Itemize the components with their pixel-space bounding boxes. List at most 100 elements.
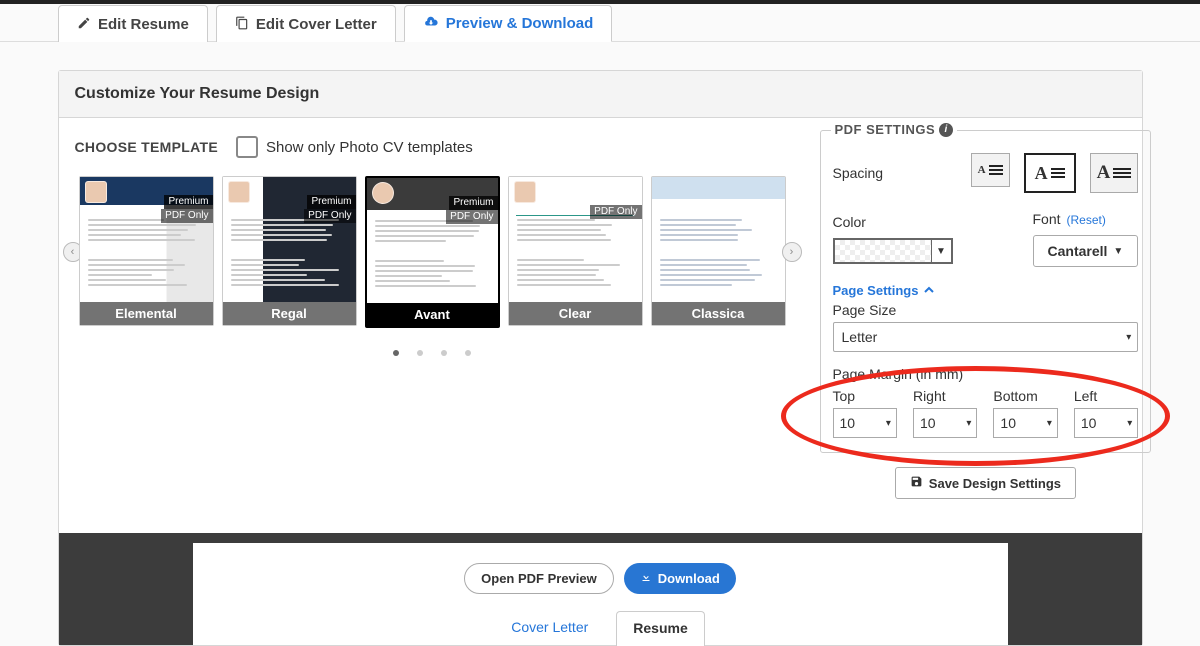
chevron-up-icon	[924, 283, 934, 298]
chevron-down-icon: ▾	[1127, 418, 1132, 429]
pdf-only-badge: PDF Only	[304, 209, 355, 223]
template-thumb-avant[interactable]: PremiumPDF Only Avant	[365, 176, 500, 328]
pencil-icon	[77, 16, 91, 33]
margin-left-select[interactable]: 10 ▾	[1074, 408, 1138, 438]
template-name-label: Avant	[367, 303, 498, 326]
save-button-label: Save Design Settings	[929, 476, 1061, 491]
page-size-value: Letter	[842, 329, 878, 345]
pdf-only-badge: PDF Only	[161, 209, 212, 223]
choose-template-label: CHOOSE TEMPLATE	[75, 139, 218, 155]
text-size-medium-icon: A	[1035, 163, 1065, 184]
template-name-label: Clear	[509, 302, 642, 325]
template-name-label: Elemental	[80, 302, 213, 325]
premium-badge: Premium	[307, 195, 355, 209]
margin-left-label: Left	[1074, 388, 1097, 404]
chevron-right-icon: ›	[790, 246, 794, 258]
text-size-small-icon: A	[978, 164, 1003, 176]
template-thumb-regal[interactable]: PremiumPDF Only Regal	[222, 176, 357, 326]
chevron-down-icon: ▾	[1047, 418, 1052, 429]
template-preview	[652, 177, 785, 302]
save-design-settings-button[interactable]: Save Design Settings	[895, 467, 1076, 499]
template-thumb-clear[interactable]: PDF Only Clear	[508, 176, 643, 326]
spacing-label: Spacing	[833, 165, 918, 181]
tab-label: Preview & Download	[446, 15, 594, 32]
pdf-settings-column: PDF SETTINGS i Spacing A A A	[806, 118, 1166, 517]
download-icon	[640, 571, 652, 586]
carousel-next-button[interactable]: ›	[782, 242, 802, 262]
subtab-cover-letter[interactable]: Cover Letter	[495, 611, 604, 646]
page-margins-group: Top 10 ▾ Right 10 ▾ Bott	[833, 388, 1139, 438]
template-name-label: Regal	[223, 302, 356, 325]
copy-icon	[235, 16, 249, 33]
main-tabs: Edit Resume Edit Cover Letter Preview & …	[0, 4, 1200, 42]
margin-right-value: 10	[920, 415, 936, 431]
font-select-button[interactable]: Cantarell ▼	[1033, 235, 1139, 267]
tab-edit-resume[interactable]: Edit Resume	[58, 5, 208, 42]
page-settings-toggle[interactable]: Page Settings	[833, 283, 1139, 298]
tab-label: Edit Resume	[98, 16, 189, 33]
chevron-down-icon: ▾	[966, 418, 971, 429]
color-swatch-icon	[835, 240, 931, 262]
tab-label: Edit Cover Letter	[256, 16, 377, 33]
margin-right-select[interactable]: 10 ▾	[913, 408, 977, 438]
chevron-down-icon: ▾	[1126, 332, 1131, 343]
chevron-down-icon: ▼	[1113, 246, 1123, 257]
download-button[interactable]: Download	[624, 563, 736, 594]
template-preview	[509, 177, 642, 302]
margin-bottom-value: 10	[1000, 415, 1016, 431]
page-size-select[interactable]: Letter ▾	[833, 322, 1139, 352]
carousel-dot[interactable]	[393, 350, 399, 356]
carousel-dot[interactable]	[465, 350, 471, 356]
download-button-label: Download	[658, 571, 720, 586]
color-label: Color	[833, 214, 918, 230]
pdf-settings-box: PDF SETTINGS i Spacing A A A	[820, 130, 1152, 453]
template-thumb-elemental[interactable]: PremiumPDF Only Elemental	[79, 176, 214, 326]
open-pdf-preview-button[interactable]: Open PDF Preview	[464, 563, 614, 594]
template-chooser: CHOOSE TEMPLATE Show only Photo CV templ…	[59, 118, 806, 517]
customize-panel: Customize Your Resume Design CHOOSE TEMP…	[58, 70, 1143, 646]
margin-bottom-select[interactable]: 10 ▾	[993, 408, 1057, 438]
margin-top-value: 10	[840, 415, 856, 431]
pdf-settings-legend: PDF SETTINGS i	[831, 122, 958, 137]
pdf-settings-legend-text: PDF SETTINGS	[835, 122, 936, 137]
carousel-dot[interactable]	[441, 350, 447, 356]
page-settings-label: Page Settings	[833, 283, 919, 298]
margin-bottom-label: Bottom	[993, 388, 1037, 404]
font-reset-link[interactable]: (Reset)	[1067, 213, 1106, 227]
cloud-download-icon	[423, 15, 439, 32]
document-preview-bar: Open PDF Preview Download Cover Letter R…	[59, 533, 1142, 645]
spacing-medium-button[interactable]: A	[1024, 153, 1076, 193]
margin-right-label: Right	[913, 388, 946, 404]
font-label: Font	[1033, 211, 1061, 227]
document-surface: Open PDF Preview Download Cover Letter R…	[193, 543, 1008, 645]
info-icon[interactable]: i	[939, 123, 953, 137]
preview-subtabs: Cover Letter Resume	[193, 610, 1008, 645]
color-picker-button[interactable]: ▼	[833, 238, 953, 264]
page-size-label: Page Size	[833, 302, 1139, 318]
text-size-large-icon: A	[1097, 162, 1132, 184]
checkbox-label: Show only Photo CV templates	[266, 139, 473, 156]
chevron-down-icon: ▾	[886, 418, 891, 429]
premium-badge: Premium	[449, 196, 497, 210]
pdf-only-badge: PDF Only	[446, 210, 497, 224]
pdf-only-badge: PDF Only	[590, 205, 641, 219]
photo-cv-only-toggle[interactable]: Show only Photo CV templates	[236, 136, 473, 158]
subtab-resume[interactable]: Resume	[616, 611, 704, 646]
tab-preview-download[interactable]: Preview & Download	[404, 5, 613, 42]
checkbox-icon	[236, 136, 258, 158]
carousel-pagination	[75, 350, 790, 356]
template-name-label: Classica	[652, 302, 785, 325]
premium-badge: Premium	[164, 195, 212, 209]
margin-left-value: 10	[1081, 415, 1097, 431]
spacing-small-button[interactable]: A	[971, 153, 1010, 187]
template-thumb-classica[interactable]: Classica	[651, 176, 786, 326]
margin-top-select[interactable]: 10 ▾	[833, 408, 897, 438]
panel-title: Customize Your Resume Design	[59, 71, 1142, 118]
carousel-dot[interactable]	[417, 350, 423, 356]
chevron-down-icon: ▼	[936, 246, 946, 257]
margin-top-label: Top	[833, 388, 856, 404]
tab-edit-cover-letter[interactable]: Edit Cover Letter	[216, 5, 396, 42]
page-margin-label: Page Margin (in mm)	[833, 366, 1139, 382]
chevron-left-icon: ‹	[71, 246, 75, 258]
spacing-large-button[interactable]: A	[1090, 153, 1139, 193]
